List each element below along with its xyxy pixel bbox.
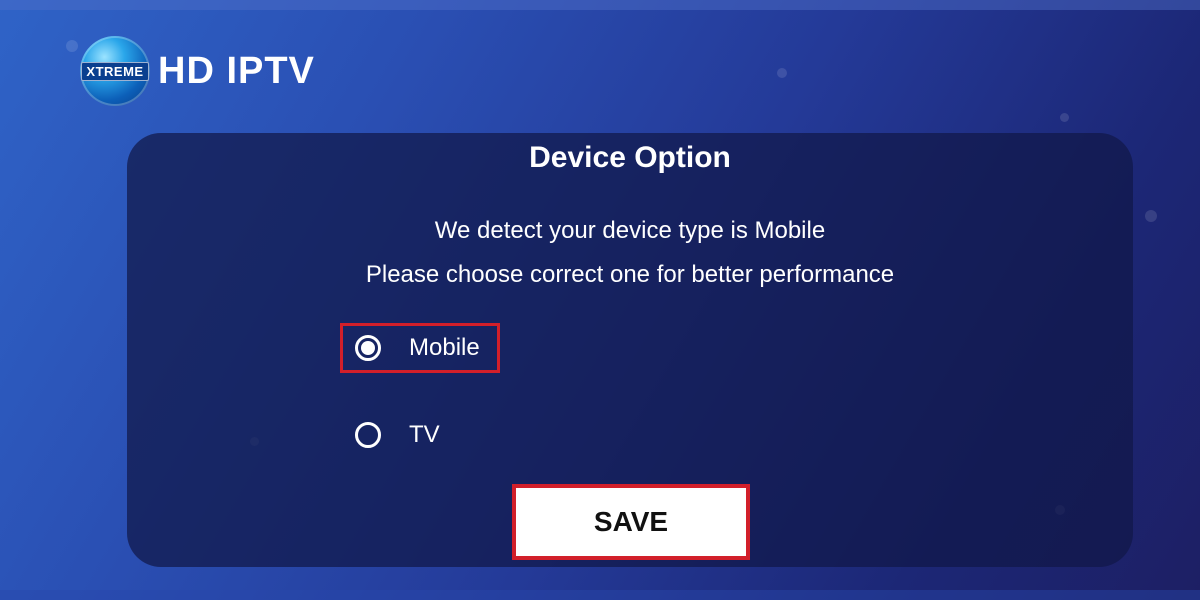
save-button[interactable]: SAVE — [512, 484, 750, 560]
radio-checked-icon[interactable] — [355, 335, 381, 361]
app-logo: XTREME HD IPTV — [80, 36, 315, 106]
logo-badge-label: XTREME — [81, 61, 149, 81]
option-mobile-label: Mobile — [409, 334, 480, 361]
xtreme-globe-icon: XTREME — [80, 36, 150, 106]
option-tv[interactable]: TV — [340, 410, 500, 460]
background-dot — [777, 68, 787, 78]
choose-message: Please choose correct one for better per… — [365, 261, 895, 288]
radio-unchecked-icon[interactable] — [355, 422, 381, 448]
background-dot — [66, 40, 78, 52]
detect-message: We detect your device type is Mobile — [434, 217, 826, 244]
option-tv-label: TV — [409, 421, 440, 448]
app-title: HD IPTV — [158, 49, 315, 92]
app-screen: XTREME HD IPTV Device Option We detect y… — [0, 0, 1200, 600]
device-option-dialog: Device Option We detect your device type… — [127, 133, 1133, 567]
background-dot — [1145, 210, 1157, 222]
background-dot — [1060, 113, 1069, 122]
option-mobile[interactable]: Mobile — [340, 323, 500, 373]
dialog-title: Device Option — [529, 141, 731, 174]
